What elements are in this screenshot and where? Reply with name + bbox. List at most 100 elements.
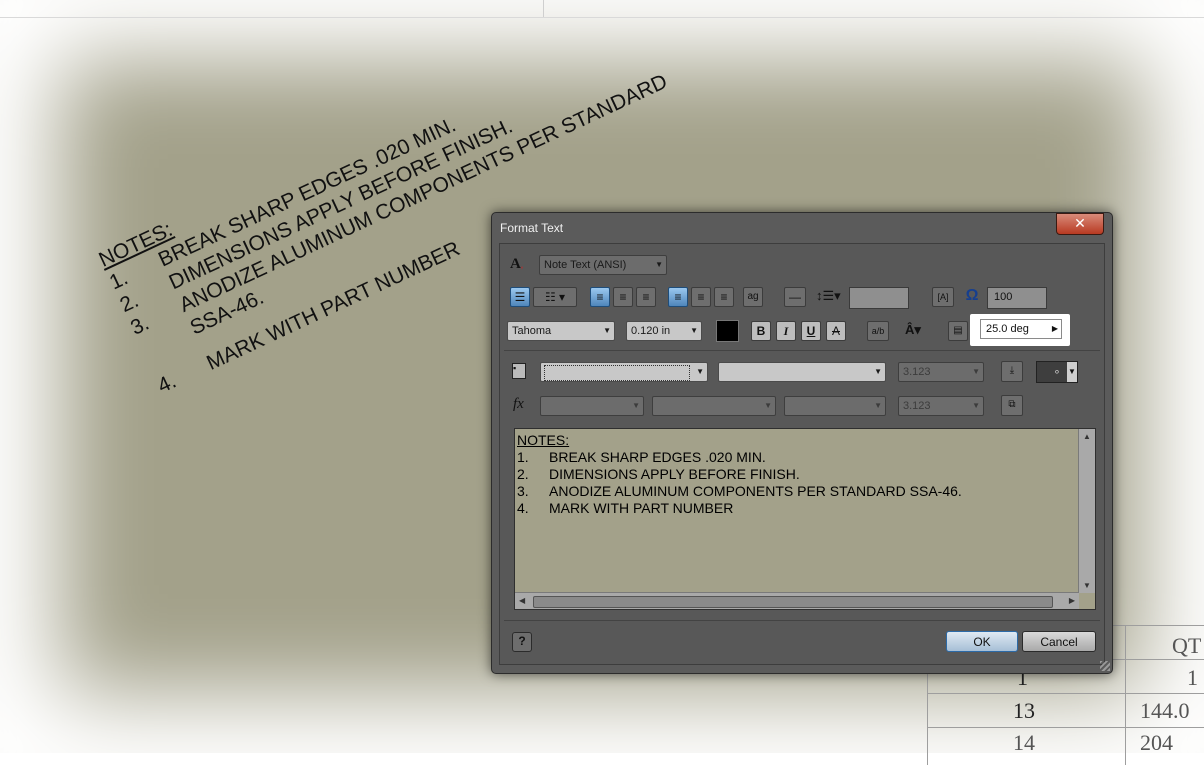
scroll-right-icon[interactable]: ▶ <box>1069 596 1075 605</box>
line-button[interactable]: — <box>784 287 806 307</box>
add-parameter-button[interactable]: ⤓ <box>1001 361 1023 382</box>
format-text-dialog: Format Text ✕ A, Note Text (ANSI) ▼ ☰ ☷ ▾… <box>491 212 1113 674</box>
rotation-angle-value: 25.0 deg <box>986 323 1029 335</box>
scroll-up-icon[interactable]: ▲ <box>1083 432 1091 441</box>
line-text: MARK WITH PART NUMBER <box>549 500 734 516</box>
chevron-right-icon[interactable]: ▶ <box>1052 320 1058 338</box>
dialog-body: A, Note Text (ANSI) ▼ ☰ ☷ ▾ ≡ ≡ ≡ ≡ ≡ ≡ a… <box>499 243 1105 665</box>
property-select[interactable]: ▼ <box>652 396 776 416</box>
close-button[interactable]: ✕ <box>1056 213 1104 235</box>
table-cell: 1 <box>1187 665 1198 690</box>
sheet-border-divider <box>543 0 544 17</box>
rotate-text-icon[interactable]: ▤ <box>948 321 968 341</box>
editor-line: 2. DIMENSIONS APPLY BEFORE FINISH. <box>517 466 962 483</box>
baseline-button[interactable]: ag <box>743 287 763 307</box>
scroll-thumb[interactable] <box>533 596 1053 608</box>
scroll-left-icon[interactable]: ◀ <box>519 596 525 605</box>
chevron-down-icon: ▼ <box>972 401 980 410</box>
parameter-precision-select[interactable]: 3.123 ▼ <box>898 362 984 382</box>
insert-symbol-button[interactable]: ⧉ <box>1001 395 1023 416</box>
editor-line: 4. MARK WITH PART NUMBER <box>517 500 962 517</box>
line-text: DIMENSIONS APPLY BEFORE FINISH. <box>549 466 800 482</box>
size-select-value: 0.120 in <box>631 325 671 337</box>
scroll-down-icon[interactable]: ▼ <box>1083 581 1091 590</box>
chevron-down-icon: ▼ <box>972 367 980 376</box>
line-number: 1. <box>517 449 529 465</box>
font-select-value: Tahoma <box>512 325 552 337</box>
type-select[interactable]: ▼ <box>784 396 886 416</box>
rotation-angle-field[interactable]: 25.0 deg ▶ <box>980 319 1062 339</box>
stretch-icon[interactable]: [A] <box>932 287 954 307</box>
editor-content: NOTES: 1. BREAK SHARP EDGES .020 MIN. 2. D… <box>517 432 962 517</box>
align-top-button[interactable]: ≡ <box>668 287 688 307</box>
line-text: ANODIZE ALUMINUM COMPONENTS PER STANDARD… <box>549 483 962 499</box>
align-middle-button[interactable]: ≡ <box>691 287 711 307</box>
table-cell: 144.0 <box>1140 698 1190 723</box>
text-style-icon: A, <box>510 256 524 272</box>
param-value: 3.123 <box>903 400 931 412</box>
text-color-swatch[interactable] <box>716 320 739 342</box>
precision-dropdown[interactable]: ∘ ▼ <box>1036 361 1078 383</box>
line-number: 4. <box>517 500 529 516</box>
spacing-icon: Ω <box>965 287 979 304</box>
line-number: 2. <box>517 466 529 482</box>
ok-button[interactable]: OK <box>946 631 1018 652</box>
italic-button[interactable]: I <box>776 321 796 341</box>
line-spacing-field[interactable] <box>849 287 909 309</box>
align-left-button[interactable]: ≡ <box>590 287 610 307</box>
style-select-value: Note Text (ANSI) <box>544 259 627 271</box>
table-cell: 13 <box>1013 698 1035 723</box>
vertical-scrollbar[interactable]: ▲ ▼ <box>1078 429 1095 593</box>
underline-button[interactable]: U <box>801 321 821 341</box>
style-select[interactable]: Note Text (ANSI) ▼ <box>539 255 667 275</box>
size-select[interactable]: 0.120 in ▼ <box>626 321 702 341</box>
align-right-button[interactable]: ≡ <box>636 287 656 307</box>
chevron-down-icon: ▼ <box>874 401 882 410</box>
table-line <box>1125 625 1126 765</box>
resize-grip[interactable] <box>1100 661 1110 671</box>
divider <box>504 350 1100 351</box>
strikethrough-button[interactable]: A <box>826 321 846 341</box>
text-editor[interactable]: NOTES: 1. BREAK SHARP EDGES .020 MIN. 2. D… <box>514 428 1096 610</box>
divider <box>504 620 1100 621</box>
bold-button[interactable]: B <box>751 321 771 341</box>
chevron-down-icon: ▼ <box>1067 362 1077 382</box>
chevron-down-icon: ▼ <box>655 260 663 269</box>
help-button[interactable]: ? <box>512 632 532 652</box>
dialog-title: Format Text <box>500 221 564 235</box>
param-value: 3.123 <box>903 366 931 378</box>
chevron-down-icon: ▼ <box>696 367 704 376</box>
source-select[interactable]: ▼ <box>718 362 886 382</box>
table-line <box>927 727 1204 728</box>
line-number: 3. <box>517 483 529 499</box>
chevron-down-icon: ▼ <box>632 401 640 410</box>
cancel-button[interactable]: Cancel <box>1022 631 1096 652</box>
table-cell: 204 <box>1140 730 1173 755</box>
line-spacing-icon[interactable]: ↕☰▾ <box>816 288 844 306</box>
editor-line: 3. ANODIZE ALUMINUM COMPONENTS PER STANDA… <box>517 483 962 500</box>
font-select[interactable]: Tahoma ▼ <box>507 321 615 341</box>
component-select[interactable]: ▼ <box>540 362 708 382</box>
stack-icon[interactable]: a/b <box>867 321 889 341</box>
chevron-down-icon: ▼ <box>603 326 611 335</box>
table-cell: 14 <box>1013 730 1035 755</box>
bullet-list-button[interactable]: ☰ <box>510 287 530 307</box>
editor-title: NOTES: <box>517 432 570 448</box>
precision-value: ∘ <box>1053 366 1061 378</box>
function-icon: fx <box>513 396 524 412</box>
rotation-angle-highlight: 25.0 deg ▶ <box>970 314 1070 346</box>
align-bottom-button[interactable]: ≡ <box>714 287 734 307</box>
horizontal-scrollbar[interactable]: ◀ ▶ <box>515 592 1079 609</box>
chevron-down-icon: ▼ <box>764 401 772 410</box>
function-precision-select[interactable]: 3.123 ▼ <box>898 396 984 416</box>
align-center-button[interactable]: ≡ <box>613 287 633 307</box>
focus-ring <box>544 365 690 381</box>
case-icon[interactable]: Â▾ <box>905 322 935 340</box>
numbered-list-button[interactable]: ☷ ▾ <box>533 287 577 307</box>
chevron-down-icon: ▼ <box>690 326 698 335</box>
editor-line: 1. BREAK SHARP EDGES .020 MIN. <box>517 449 962 466</box>
stretch-field[interactable]: 100 <box>987 287 1047 309</box>
symbol-select[interactable]: ▼ <box>540 396 644 416</box>
parameter-icon: ▪ <box>512 363 526 379</box>
table-line <box>927 693 1204 694</box>
